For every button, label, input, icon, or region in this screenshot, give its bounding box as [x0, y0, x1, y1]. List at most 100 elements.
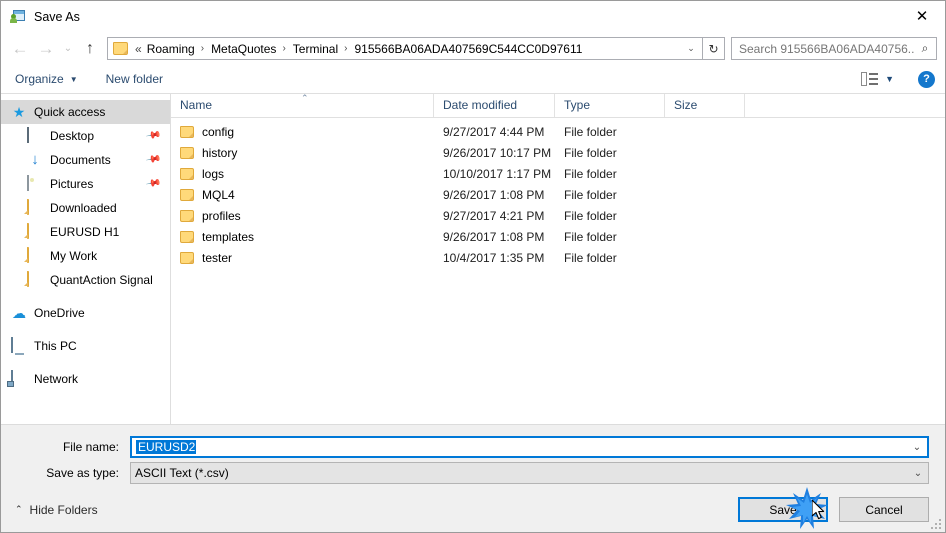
column-header-type[interactable]: Type	[555, 94, 665, 117]
search-box[interactable]: Search 915566BA06ADA40756... ⌕	[731, 37, 937, 60]
documents-icon: ↓	[31, 151, 39, 168]
new-folder-button[interactable]: New folder	[106, 72, 163, 86]
chevron-down-icon[interactable]: ⌄	[908, 468, 928, 479]
type-cell: File folder	[564, 187, 617, 202]
table-row[interactable]: templates 9/26/2017 1:08 PM File folder	[171, 226, 945, 247]
breadcrumb-item-guid[interactable]: 915566BA06ADA407569C544CC0D97611	[352, 42, 584, 56]
sidebar-item-label: Pictures	[50, 177, 94, 191]
navigation-bar: ← → ⌄ ↑ « Roaming › MetaQuotes › Termina…	[1, 32, 945, 65]
refresh-button[interactable]: ↻	[702, 37, 725, 60]
breadcrumb-overflow[interactable]: «	[133, 42, 145, 56]
chevron-right-icon: ›	[282, 43, 286, 54]
type-cell: File folder	[564, 250, 617, 265]
sidebar-item-quick-access[interactable]: ★ Quick access	[1, 100, 170, 124]
sidebar-item-pictures[interactable]: Pictures 📌	[1, 172, 170, 196]
table-row[interactable]: logs 10/10/2017 1:17 PM File folder	[171, 163, 945, 184]
date-modified-cell: 9/26/2017 10:17 PM	[443, 145, 552, 160]
file-name-selected-text: EURUSD2	[136, 440, 197, 454]
star-icon: ★	[12, 104, 26, 120]
file-name-cell: templates	[171, 230, 434, 244]
file-name-cell: profiles	[171, 209, 434, 223]
onedrive-icon: ☁	[12, 305, 26, 321]
desktop-icon	[27, 127, 43, 144]
this-pc-icon	[11, 337, 27, 354]
table-row[interactable]: profiles 9/27/2017 4:21 PM File folder	[171, 205, 945, 226]
close-icon[interactable]: ✕	[899, 1, 945, 31]
window-title: Save As	[34, 9, 80, 24]
save-as-type-label: Save as type:	[46, 466, 119, 480]
help-icon[interactable]: ?	[918, 70, 935, 88]
forward-button[interactable]: →	[33, 36, 59, 62]
breadcrumb-item-metaquotes[interactable]: MetaQuotes	[209, 42, 278, 56]
sidebar-item-label: Quick access	[34, 105, 106, 119]
sidebar-item-my-work[interactable]: My Work	[1, 244, 170, 268]
sidebar-item-quantaction-signal[interactable]: QuantAction Signal	[1, 268, 170, 292]
chevron-down-icon[interactable]: ⌄	[907, 442, 927, 453]
sidebar-item-documents[interactable]: ↓ Documents 📌	[1, 148, 170, 172]
sidebar-item-onedrive[interactable]: ☁ OneDrive	[1, 301, 170, 325]
file-name-row: File name: EURUSD2 ⌄	[17, 436, 929, 458]
folder-icon	[180, 125, 194, 138]
table-row[interactable]: config 9/27/2017 4:44 PM File folder	[171, 121, 945, 142]
column-header-date-modified[interactable]: Date modified	[434, 94, 555, 117]
address-bar[interactable]: « Roaming › MetaQuotes › Terminal › 9155…	[107, 37, 703, 60]
file-name-cell: config	[171, 125, 434, 139]
file-name-cell: MQL4	[171, 188, 434, 202]
breadcrumb-item-terminal[interactable]: Terminal	[291, 42, 340, 56]
pin-icon[interactable]: 📌	[145, 127, 162, 143]
search-input[interactable]: Search 915566BA06ADA40756...	[732, 42, 914, 56]
chevron-down-icon[interactable]: ▼	[885, 74, 894, 84]
file-name-text: MQL4	[202, 187, 235, 202]
folder-icon	[180, 251, 194, 264]
table-row[interactable]: tester 10/4/2017 1:35 PM File folder	[171, 247, 945, 268]
dialog-body: ★ Quick access Desktop 📌 ↓ Documents 📌 P…	[1, 93, 945, 424]
date-modified-cell: 9/26/2017 1:08 PM	[443, 229, 545, 244]
file-name-text: history	[202, 145, 238, 160]
new-folder-label: New folder	[105, 72, 163, 86]
folder-icon	[27, 199, 43, 216]
sidebar-item-label: My Work	[50, 249, 98, 263]
sidebar-item-desktop[interactable]: Desktop 📌	[1, 124, 170, 148]
sidebar-item-label: QuantAction Signal	[50, 273, 153, 287]
folder-icon	[180, 167, 194, 180]
folder-icon	[27, 223, 43, 240]
sidebar-item-downloaded[interactable]: Downloaded	[1, 196, 170, 220]
sort-ascending-icon: ⌃	[301, 93, 309, 103]
resize-grip[interactable]	[930, 518, 941, 529]
recent-locations-button[interactable]: ⌄	[59, 36, 77, 62]
folder-icon	[180, 146, 194, 159]
navigation-sidebar: ★ Quick access Desktop 📌 ↓ Documents 📌 P…	[1, 94, 171, 424]
table-row[interactable]: history 9/26/2017 10:17 PM File folder	[171, 142, 945, 163]
breadcrumb-item-roaming[interactable]: Roaming	[145, 42, 197, 56]
chevron-down-icon[interactable]: ⌄	[680, 43, 702, 54]
type-cell: File folder	[564, 229, 617, 244]
sidebar-item-this-pc[interactable]: This PC	[1, 334, 170, 358]
pin-icon[interactable]: 📌	[145, 175, 162, 191]
column-headers: Name Date modified Type Size ⌃	[171, 93, 945, 118]
type-cell: File folder	[564, 124, 617, 139]
file-name-input[interactable]: EURUSD2 ⌄	[130, 436, 929, 458]
file-name-cell: history	[171, 146, 434, 160]
save-button[interactable]: Save	[738, 497, 828, 522]
file-name-text: templates	[202, 229, 255, 244]
file-name-value[interactable]: EURUSD2	[132, 440, 907, 454]
save-as-dialog: Save As ✕ ← → ⌄ ↑ « Roaming › MetaQuotes…	[0, 0, 946, 533]
view-layout-icon[interactable]	[861, 72, 879, 86]
breadcrumb: « Roaming › MetaQuotes › Terminal › 9155…	[133, 42, 680, 56]
date-modified-cell: 10/10/2017 1:17 PM	[443, 166, 552, 181]
up-button[interactable]: ↑	[77, 36, 103, 62]
hide-folders-button[interactable]: ⌃ Hide Folders	[15, 503, 98, 517]
table-row[interactable]: MQL4 9/26/2017 1:08 PM File folder	[171, 184, 945, 205]
column-header-size[interactable]: Size	[665, 94, 745, 117]
organize-button[interactable]: Organize ▼	[15, 72, 78, 86]
folder-icon	[180, 209, 194, 222]
pin-icon[interactable]: 📌	[145, 151, 162, 167]
sidebar-item-label: Desktop	[50, 129, 95, 143]
sidebar-item-eurusd-h1[interactable]: EURUSD H1	[1, 220, 170, 244]
cancel-button[interactable]: Cancel	[839, 497, 929, 522]
back-button[interactable]: ←	[7, 36, 33, 62]
command-toolbar: Organize ▼ New folder ▼ ?	[1, 65, 945, 94]
save-as-type-select[interactable]: ASCII Text (*.csv) ⌄	[130, 462, 929, 484]
sidebar-item-network[interactable]: Network	[1, 367, 170, 391]
sidebar-item-label: EURUSD H1	[50, 225, 120, 239]
